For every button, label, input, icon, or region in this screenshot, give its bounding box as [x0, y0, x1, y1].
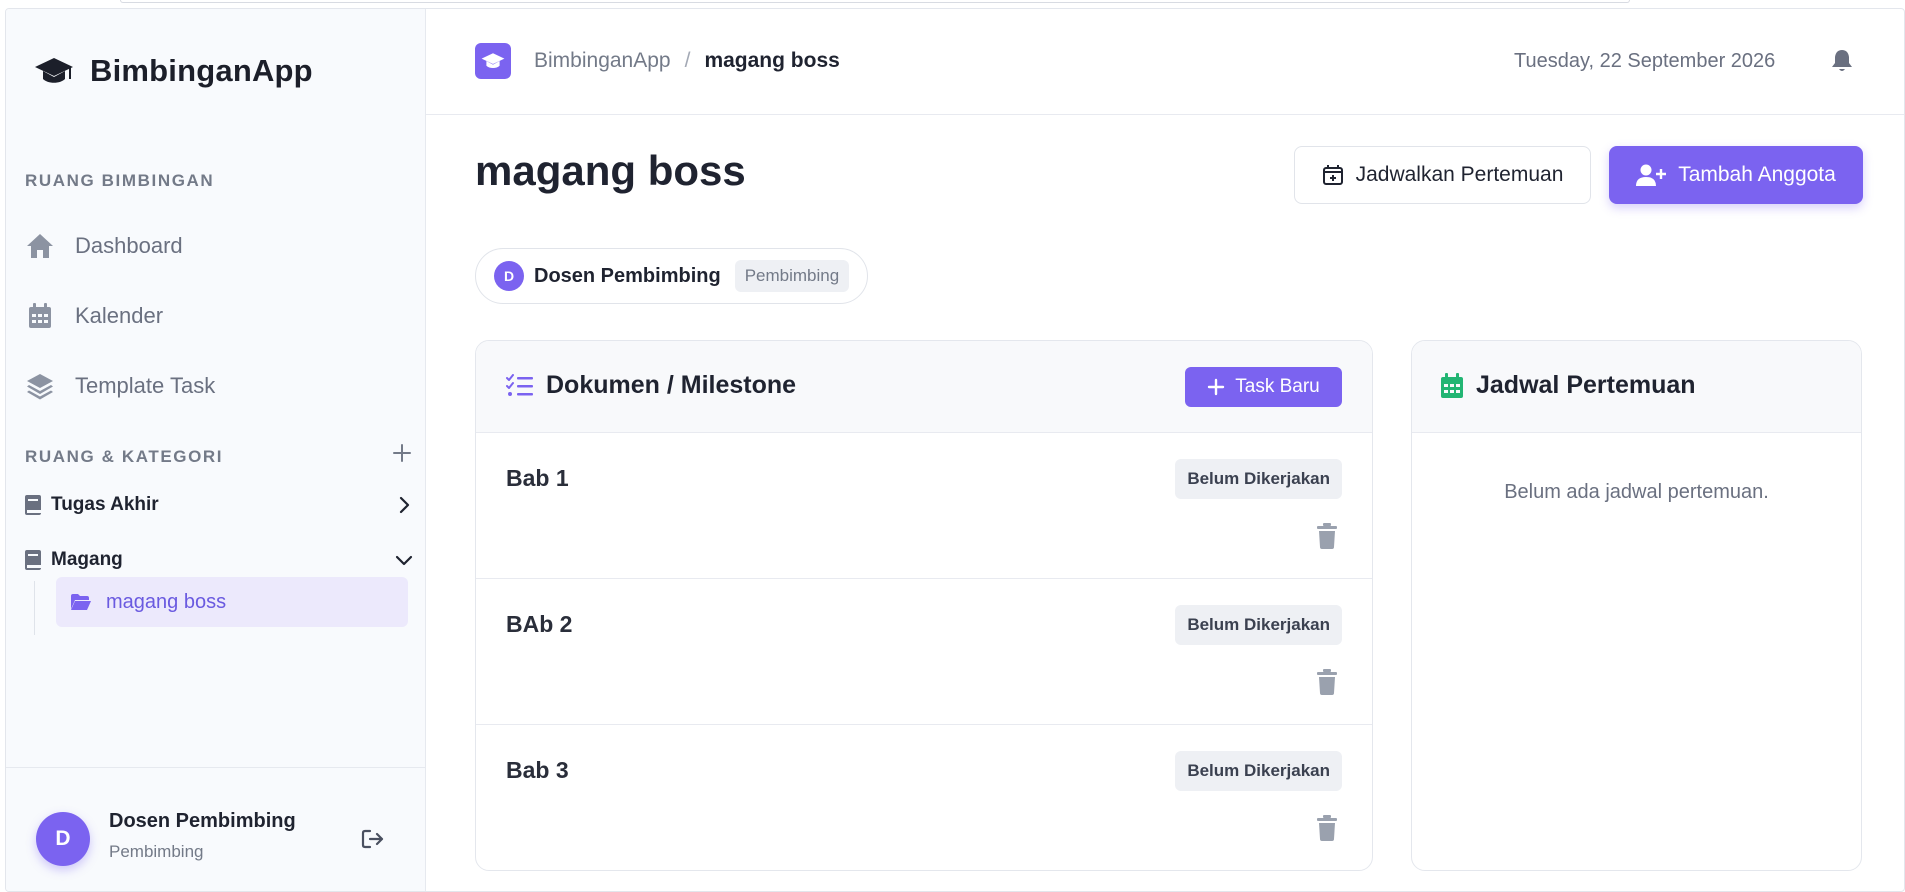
schedule-card: Jadwal Pertemuan Belum ada jadwal pertem…	[1411, 340, 1862, 871]
current-date: Tuesday, 22 September 2026	[1514, 50, 1776, 72]
status-badge[interactable]: Belum Dikerjakan	[1175, 751, 1342, 791]
user-name: Dosen Pembimbing	[109, 810, 296, 832]
documents-card-title: Dokumen / Milestone	[506, 371, 796, 400]
status-badge[interactable]: Belum Dikerjakan	[1175, 459, 1342, 499]
task-row[interactable]: Bab 1 Belum Dikerjakan	[476, 433, 1372, 579]
brand-title: BimbinganApp	[90, 53, 313, 88]
schedule-card-title: Jadwal Pertemuan	[1440, 371, 1696, 400]
header-logo[interactable]	[475, 43, 511, 79]
category-tugas-akhir[interactable]: Tugas Akhir	[25, 494, 415, 516]
button-label: Task Baru	[1235, 376, 1320, 397]
avatar: D	[494, 261, 524, 291]
sidebar-item-label: Template Task	[75, 373, 216, 398]
graduation-cap-icon	[35, 58, 73, 83]
calendar-icon	[1441, 372, 1463, 398]
layers-icon	[27, 374, 53, 400]
category-magang[interactable]: Magang	[25, 549, 415, 571]
breadcrumb-separator: /	[684, 49, 691, 72]
sidebar: BimbinganApp RUANG BIMBINGAN Dashboard K…	[6, 9, 426, 891]
status-badge[interactable]: Belum Dikerjakan	[1175, 605, 1342, 645]
breadcrumb-root[interactable]: BimbinganApp	[534, 49, 671, 73]
task-row[interactable]: Bab 3 Belum Dikerjakan	[476, 725, 1372, 870]
folder-open-icon	[71, 594, 91, 610]
card-title-text: Dokumen / Milestone	[546, 371, 797, 399]
chevron-right-icon[interactable]	[393, 494, 415, 516]
plus-icon	[1208, 378, 1225, 396]
sidebar-item-label: Kalender	[75, 303, 164, 328]
breadcrumb: BimbinganApp / magang boss	[534, 49, 840, 73]
sidebar-item-dashboard[interactable]: Dashboard	[25, 231, 183, 261]
add-member-button[interactable]: Tambah Anggota	[1609, 146, 1863, 204]
add-category-icon[interactable]	[390, 441, 414, 465]
member-name: Dosen Pembimbing	[534, 264, 721, 287]
brand[interactable]: BimbinganApp	[34, 53, 313, 89]
graduation-cap-icon	[481, 53, 505, 69]
sub-item-label: magang boss	[106, 590, 227, 613]
page-title: magang boss	[475, 147, 746, 194]
sidebar-item-template-task[interactable]: Template Task	[25, 371, 215, 401]
card-title-text: Jadwal Pertemuan	[1476, 371, 1696, 399]
task-row[interactable]: BAb 2 Belum Dikerjakan	[476, 579, 1372, 725]
breadcrumb-current: magang boss	[704, 49, 840, 72]
sidebar-item-kalender[interactable]: Kalender	[25, 301, 163, 331]
new-task-button[interactable]: Task Baru	[1185, 367, 1342, 407]
top-header: BimbinganApp / magang boss Tuesday, 22 S…	[426, 9, 1904, 115]
trash-icon[interactable]	[1316, 815, 1338, 841]
task-name: Bab 1	[506, 465, 569, 491]
book-icon	[25, 495, 41, 515]
category-label: Magang	[51, 549, 123, 570]
button-label: Jadwalkan Pertemuan	[1355, 163, 1564, 186]
bell-icon[interactable]	[1828, 47, 1856, 75]
logout-icon[interactable]	[360, 826, 386, 852]
member-chip[interactable]: D Dosen Pembimbing Pembimbing	[475, 248, 869, 304]
section-label-main: RUANG BIMBINGAN	[25, 171, 215, 190]
empty-state-text: Belum ada jadwal pertemuan.	[1504, 481, 1769, 503]
book-icon	[25, 550, 41, 570]
documents-card-header: Dokumen / Milestone Task Baru	[476, 341, 1372, 433]
documents-card: Dokumen / Milestone Task Baru Bab 1 Belu…	[475, 340, 1373, 871]
sidebar-item-magang-boss[interactable]: magang boss	[56, 577, 408, 627]
sidebar-item-label: Dashboard	[75, 233, 183, 258]
schedule-card-header: Jadwal Pertemuan	[1412, 341, 1861, 433]
home-icon	[27, 234, 53, 258]
calendar-plus-icon	[1322, 165, 1343, 185]
user-role: Pembimbing	[109, 842, 204, 861]
task-name: BAb 2	[506, 611, 573, 637]
app-window: BimbinganApp RUANG BIMBINGAN Dashboard K…	[5, 8, 1905, 892]
browser-edge	[120, 0, 1630, 3]
calendar-icon	[29, 303, 51, 328]
section-label-categories: RUANG & KATEGORI	[25, 447, 224, 466]
trash-icon[interactable]	[1316, 669, 1338, 695]
schedule-meeting-button[interactable]: Jadwalkan Pertemuan	[1294, 146, 1591, 204]
chevron-down-icon[interactable]	[393, 549, 415, 571]
avatar[interactable]: D	[36, 812, 90, 866]
button-label: Tambah Anggota	[1678, 163, 1836, 186]
member-role-badge: Pembimbing	[734, 260, 850, 292]
user-panel: D Dosen Pembimbing Pembimbing	[6, 767, 426, 891]
category-label: Tugas Akhir	[51, 494, 159, 515]
tree-line	[34, 581, 35, 635]
list-check-icon	[506, 373, 533, 396]
trash-icon[interactable]	[1316, 523, 1338, 549]
user-plus-icon	[1636, 164, 1667, 186]
task-name: Bab 3	[506, 757, 569, 783]
